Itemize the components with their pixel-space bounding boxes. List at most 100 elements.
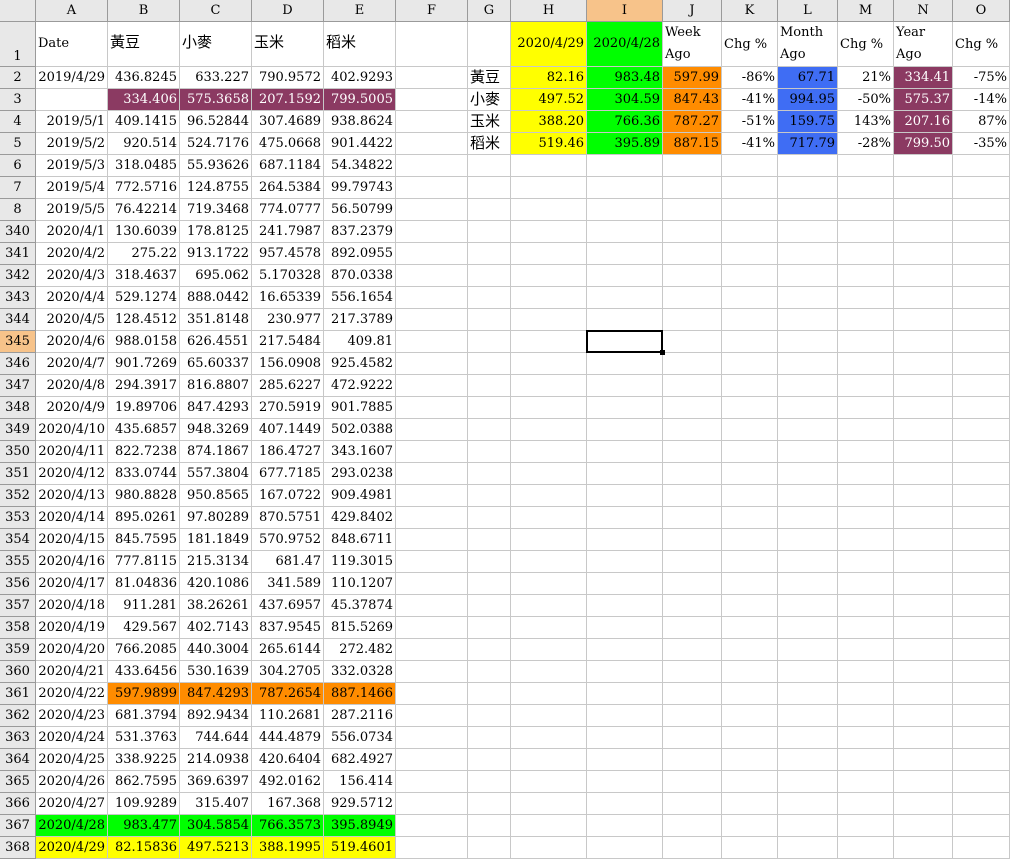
cell-A364[interactable]: 2020/4/25 <box>36 749 108 771</box>
blank-cell[interactable] <box>396 749 468 771</box>
blank-cell[interactable] <box>511 793 587 815</box>
row-header-8[interactable]: 8 <box>0 199 36 221</box>
blank-cell[interactable] <box>468 309 511 331</box>
blank-cell[interactable] <box>838 683 894 705</box>
cell-C342[interactable]: 695.062 <box>180 265 252 287</box>
blank-cell[interactable] <box>468 507 511 529</box>
cell-D341[interactable]: 957.4578 <box>252 243 324 265</box>
cell-C368[interactable]: 497.5213 <box>180 837 252 859</box>
blank-cell[interactable] <box>838 375 894 397</box>
blank-cell[interactable] <box>722 265 778 287</box>
summary-J4[interactable]: 787.27 <box>663 111 722 133</box>
blank-cell[interactable] <box>511 771 587 793</box>
blank-cell[interactable] <box>468 551 511 573</box>
cell-A357[interactable]: 2020/4/18 <box>36 595 108 617</box>
blank-cell[interactable] <box>894 837 953 859</box>
blank-cell[interactable] <box>722 815 778 837</box>
cell-C357[interactable]: 38.26261 <box>180 595 252 617</box>
cell-C340[interactable]: 178.8125 <box>180 221 252 243</box>
blank-cell[interactable] <box>511 441 587 463</box>
blank-cell[interactable] <box>953 309 1010 331</box>
row-header-357[interactable]: 357 <box>0 595 36 617</box>
blank-cell[interactable] <box>838 243 894 265</box>
blank-cell[interactable] <box>722 551 778 573</box>
header-cell-G[interactable] <box>468 22 511 67</box>
blank-cell[interactable] <box>722 639 778 661</box>
blank-cell[interactable] <box>663 177 722 199</box>
blank-cell[interactable] <box>663 573 722 595</box>
blank-cell[interactable] <box>953 331 1010 353</box>
blank-cell[interactable] <box>468 639 511 661</box>
blank-cell[interactable] <box>953 243 1010 265</box>
blank-cell[interactable] <box>953 551 1010 573</box>
cell-C4[interactable]: 96.52844 <box>180 111 252 133</box>
summary-H5[interactable]: 519.46 <box>511 133 587 155</box>
summary-I2[interactable]: 983.48 <box>587 67 663 89</box>
blank-cell[interactable] <box>722 705 778 727</box>
blank-cell[interactable] <box>722 375 778 397</box>
blank-cell[interactable] <box>838 617 894 639</box>
cell-D2[interactable]: 790.9572 <box>252 67 324 89</box>
header-cell-D[interactable]: 玉米 <box>252 22 324 67</box>
cell-A8[interactable]: 2019/5/5 <box>36 199 108 221</box>
cell-B365[interactable]: 862.7595 <box>108 771 180 793</box>
blank-cell[interactable] <box>894 793 953 815</box>
cell-D344[interactable]: 230.977 <box>252 309 324 331</box>
blank-cell[interactable] <box>587 639 663 661</box>
cell-D352[interactable]: 167.0722 <box>252 485 324 507</box>
blank-cell[interactable] <box>663 705 722 727</box>
cell-D7[interactable]: 264.5384 <box>252 177 324 199</box>
blank-cell[interactable] <box>511 573 587 595</box>
cell-D348[interactable]: 270.5919 <box>252 397 324 419</box>
cell-B364[interactable]: 338.9225 <box>108 749 180 771</box>
blank-cell[interactable] <box>953 771 1010 793</box>
summary-J5[interactable]: 887.15 <box>663 133 722 155</box>
row-header-361[interactable]: 361 <box>0 683 36 705</box>
cell-D359[interactable]: 265.6144 <box>252 639 324 661</box>
column-header-M[interactable]: M <box>838 0 894 22</box>
blank-cell[interactable] <box>722 485 778 507</box>
blank-cell[interactable] <box>722 837 778 859</box>
cell-C347[interactable]: 816.8807 <box>180 375 252 397</box>
blank-cell[interactable] <box>587 507 663 529</box>
cell-D345[interactable]: 217.5484 <box>252 331 324 353</box>
column-header-N[interactable]: N <box>894 0 953 22</box>
blank-cell[interactable] <box>778 485 838 507</box>
cell-E363[interactable]: 556.0734 <box>324 727 396 749</box>
select-all-corner[interactable] <box>0 0 36 22</box>
blank-cell[interactable] <box>778 749 838 771</box>
cell-B354[interactable]: 845.7595 <box>108 529 180 551</box>
blank-cell[interactable] <box>894 771 953 793</box>
blank-cell[interactable] <box>511 661 587 683</box>
blank-cell[interactable] <box>396 551 468 573</box>
spreadsheet-grid[interactable]: A B C D E F G H I J K L M N O 1 2 3 4 5 6 7 8 340 341 342 343 344 34… <box>0 0 1010 860</box>
cell-B2[interactable]: 436.8245 <box>108 67 180 89</box>
cell-B360[interactable]: 433.6456 <box>108 661 180 683</box>
blank-cell[interactable] <box>468 815 511 837</box>
cell-E350[interactable]: 343.1607 <box>324 441 396 463</box>
blank-cell[interactable] <box>511 705 587 727</box>
blank-cell[interactable] <box>778 419 838 441</box>
blank-cell[interactable] <box>722 749 778 771</box>
cell-E340[interactable]: 837.2379 <box>324 221 396 243</box>
blank-cell[interactable] <box>587 463 663 485</box>
blank-cell[interactable] <box>396 661 468 683</box>
cell-A7[interactable]: 2019/5/4 <box>36 177 108 199</box>
cell-B340[interactable]: 130.6039 <box>108 221 180 243</box>
cell-E354[interactable]: 848.6711 <box>324 529 396 551</box>
blank-cell[interactable] <box>663 375 722 397</box>
blank-cell[interactable] <box>587 485 663 507</box>
blank-cell[interactable] <box>722 155 778 177</box>
row-header-350[interactable]: 350 <box>0 441 36 463</box>
summary-H2[interactable]: 82.16 <box>511 67 587 89</box>
blank-cell[interactable] <box>838 177 894 199</box>
blank-cell[interactable] <box>587 199 663 221</box>
blank-cell[interactable] <box>894 353 953 375</box>
cell-E353[interactable]: 429.8402 <box>324 507 396 529</box>
cell-E364[interactable]: 682.4927 <box>324 749 396 771</box>
blank-cell[interactable] <box>396 309 468 331</box>
blank-cell[interactable] <box>778 155 838 177</box>
summary-M3[interactable]: -50% <box>838 89 894 111</box>
blank-cell[interactable] <box>838 397 894 419</box>
blank-cell[interactable] <box>838 463 894 485</box>
